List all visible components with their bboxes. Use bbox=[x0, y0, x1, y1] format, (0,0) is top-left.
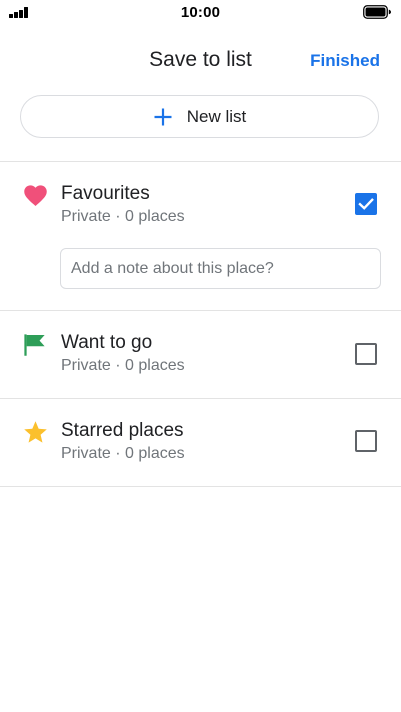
list-meta: Private · 0 places bbox=[61, 445, 185, 462]
favourites-checkbox[interactable] bbox=[355, 193, 377, 215]
list-item-want-to-go[interactable]: Want to go Private · 0 places bbox=[0, 311, 401, 398]
status-time: 10:00 bbox=[180, 4, 221, 21]
want-to-go-checkbox[interactable] bbox=[355, 343, 377, 365]
status-bar: 10:00 bbox=[0, 0, 401, 26]
new-list-button[interactable]: New list bbox=[20, 95, 379, 138]
finished-button[interactable]: Finished bbox=[310, 51, 380, 71]
list-name: Starred places bbox=[61, 420, 184, 441]
note-input[interactable] bbox=[60, 248, 381, 289]
divider bbox=[0, 486, 401, 487]
starred-places-checkbox[interactable] bbox=[355, 430, 377, 452]
list-name: Favourites bbox=[61, 183, 150, 204]
battery-icon bbox=[363, 5, 391, 19]
flag-icon bbox=[24, 334, 45, 356]
list-meta: Private · 0 places bbox=[61, 357, 185, 374]
header: Save to list Finished bbox=[0, 40, 401, 82]
checkmark-icon bbox=[358, 198, 374, 210]
plus-icon bbox=[154, 108, 172, 125]
heart-icon bbox=[24, 185, 47, 207]
new-list-label: New list bbox=[186, 106, 247, 126]
list-name: Want to go bbox=[61, 332, 153, 353]
list-meta: Private · 0 places bbox=[61, 208, 185, 225]
star-icon bbox=[24, 421, 47, 443]
list-item-starred-places[interactable]: Starred places Private · 0 places bbox=[0, 399, 401, 486]
